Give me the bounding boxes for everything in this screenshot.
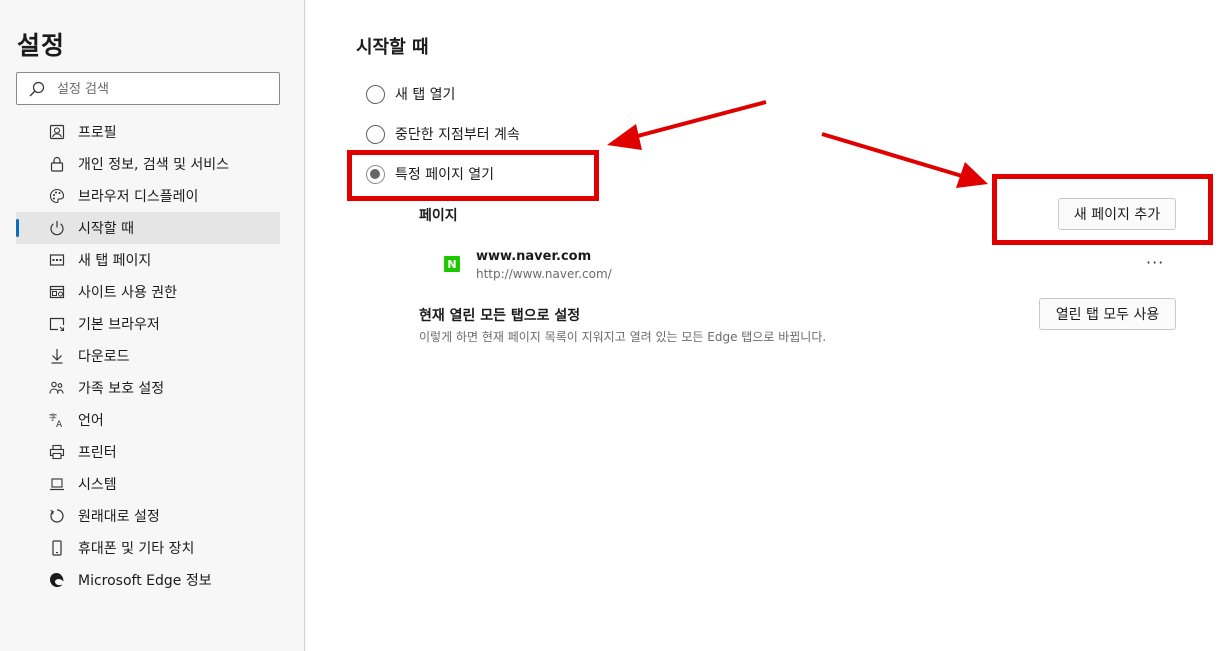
sidebar-item-on-startup[interactable]: 시작할 때 <box>16 212 280 244</box>
annotation-box-add-page <box>992 174 1213 245</box>
sidebar-item-default-browser[interactable]: 기본 브라우저 <box>16 308 280 340</box>
sidebar-item-new-tab[interactable]: 새 탭 페이지 <box>16 244 280 276</box>
sidebar-item-label: 시스템 <box>78 477 117 493</box>
use-all-open-tabs-button[interactable]: 열린 탭 모두 사용 <box>1039 298 1176 330</box>
use-all-tabs-title: 현재 열린 모든 탭으로 설정 <box>419 308 581 324</box>
sidebar-item-profile[interactable]: 프로필 <box>16 116 280 148</box>
settings-nav: 프로필 개인 정보, 검색 및 서비스 브라우저 디스플레이 시작할 때 새 탭… <box>16 116 280 596</box>
lock-icon <box>50 156 64 172</box>
sidebar-item-label: 새 탭 페이지 <box>78 253 152 269</box>
printer-icon <box>49 444 65 460</box>
sidebar-item-reset[interactable]: 원래대로 설정 <box>16 500 280 532</box>
option-label: 중단한 지점부터 계속 <box>395 127 520 143</box>
phone-icon <box>52 540 62 556</box>
sidebar-item-downloads[interactable]: 다운로드 <box>16 340 280 372</box>
naver-favicon-icon: N <box>444 256 460 272</box>
language-icon: 字A <box>49 412 63 428</box>
sidebar-item-label: 브라우저 디스플레이 <box>78 189 199 205</box>
download-icon <box>51 349 63 364</box>
radio-button[interactable] <box>366 124 385 144</box>
sidebar-item-label: 가족 보호 설정 <box>78 381 165 397</box>
option-open-new-tab[interactable]: 새 탭 열기 <box>366 83 455 105</box>
sidebar-item-label: 기본 브라우저 <box>78 317 160 333</box>
settings-main: 시작할 때 새 탭 열기 중단한 지점부터 계속 특정 페이지 열기 페이지 새… <box>306 0 1224 651</box>
sidebar-item-phone[interactable]: 휴대폰 및 기타 장치 <box>16 532 280 564</box>
sidebar-item-label: 프로필 <box>78 125 117 141</box>
sidebar-item-label: 다운로드 <box>78 349 130 365</box>
sidebar-item-label: 언어 <box>78 413 104 429</box>
pages-label: 페이지 <box>419 208 458 224</box>
laptop-icon <box>50 478 64 491</box>
sidebar-title: 설정 <box>17 31 66 60</box>
section-title: 시작할 때 <box>356 37 429 58</box>
sidebar-item-family[interactable]: 가족 보호 설정 <box>16 372 280 404</box>
sidebar-item-privacy[interactable]: 개인 정보, 검색 및 서비스 <box>16 148 280 180</box>
sidebar-item-label: 시작할 때 <box>78 221 134 237</box>
more-options-icon[interactable]: ··· <box>1146 253 1164 272</box>
option-label: 새 탭 열기 <box>395 87 456 103</box>
sidebar-item-label: 사이트 사용 권한 <box>78 285 178 301</box>
settings-search-box[interactable] <box>16 72 280 105</box>
reset-icon <box>50 509 64 523</box>
palette-icon <box>49 188 65 204</box>
settings-search-input[interactable] <box>57 79 272 99</box>
default-browser-icon <box>49 317 65 332</box>
family-icon <box>49 381 64 394</box>
sidebar-item-site-permissions[interactable]: 사이트 사용 권한 <box>16 276 280 308</box>
option-continue-where-left[interactable]: 중단한 지점부터 계속 <box>366 123 520 145</box>
profile-icon <box>49 124 65 140</box>
edge-logo-icon <box>50 573 64 587</box>
sidebar-item-label: 원래대로 설정 <box>78 509 160 525</box>
sidebar-item-label: 개인 정보, 검색 및 서비스 <box>78 157 230 173</box>
search-icon <box>29 81 45 97</box>
sidebar-item-about[interactable]: Microsoft Edge 정보 <box>16 564 280 596</box>
page-name: www.naver.com <box>476 249 592 264</box>
sidebar-item-printers[interactable]: 프린터 <box>16 436 280 468</box>
svg-text:A: A <box>56 420 63 428</box>
power-icon <box>50 221 64 236</box>
sidebar-item-languages[interactable]: 字A 언어 <box>16 404 280 436</box>
sidebar-item-appearance[interactable]: 브라우저 디스플레이 <box>16 180 280 212</box>
sidebar-item-label: 프린터 <box>78 445 117 461</box>
settings-sidebar: 설정 프로필 개인 정보, 검색 및 서비스 브라우저 디스플레이 시작할 때 … <box>0 0 305 651</box>
annotation-box-specific-pages <box>347 150 599 201</box>
page-url: http://www.naver.com/ <box>476 267 612 281</box>
new-tab-icon <box>49 254 65 266</box>
radio-button[interactable] <box>366 84 385 104</box>
sidebar-item-label: Microsoft Edge 정보 <box>78 573 212 589</box>
sidebar-item-label: 휴대폰 및 기타 장치 <box>78 541 195 557</box>
use-all-tabs-description: 이렇게 하면 현재 페이지 목록이 지워지고 열려 있는 모든 Edge 탭으로… <box>419 330 827 344</box>
site-permissions-icon <box>49 285 65 299</box>
sidebar-item-system[interactable]: 시스템 <box>16 468 280 500</box>
